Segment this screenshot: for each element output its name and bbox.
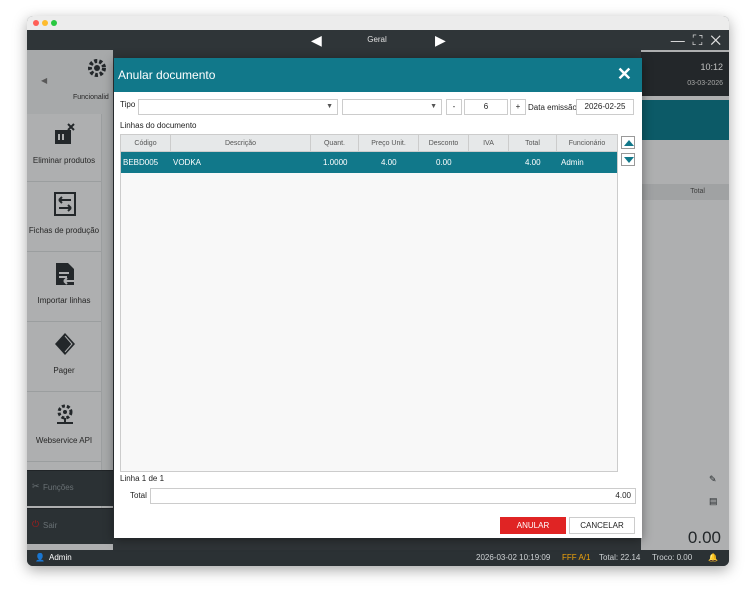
column-header-descricao[interactable]: Descrição [171, 135, 311, 152]
decrement-button[interactable]: - [446, 99, 462, 115]
chevron-down-icon: ▼ [430, 103, 437, 110]
app-topbar: ◀ Geral ▶ — ⛶ ✕ [27, 30, 729, 50]
cell-quant: 1.0000 [323, 158, 348, 167]
dialog-header: Anular documento ✕ [114, 58, 642, 92]
document-lines-table: Código Descrição Quant. Preço Unit. Desc… [120, 134, 618, 472]
status-change: Troco: 0.00 [652, 553, 693, 562]
serie-select[interactable]: ▼ [342, 99, 442, 115]
page-title: Geral [367, 35, 387, 44]
column-header-codigo[interactable]: Código [121, 135, 171, 152]
status-datetime: 2026-03-02 10:19:09 [476, 553, 551, 562]
column-header-desconto[interactable]: Desconto [419, 135, 469, 152]
total-label: Total [130, 491, 147, 500]
zoom-window-dot[interactable] [51, 20, 57, 26]
cell-preco: 4.00 [381, 158, 397, 167]
dialog-title: Anular documento [118, 68, 216, 82]
cell-funcionario: Admin [561, 158, 584, 167]
total-value: 4.00 [150, 488, 636, 504]
tipo-select[interactable]: ▼ [138, 99, 338, 115]
column-header-quant[interactable]: Quant. [311, 135, 359, 152]
mac-titlebar [27, 16, 729, 30]
arrow-up-icon [624, 140, 634, 146]
document-number-input[interactable]: 6 [464, 99, 508, 115]
cell-total: 4.00 [525, 158, 541, 167]
chevron-down-icon: ▼ [326, 103, 333, 110]
cell-codigo: BEBD005 [123, 158, 159, 167]
increment-button[interactable]: + [510, 99, 526, 115]
cell-descricao: VODKA [173, 158, 202, 167]
bell-icon[interactable]: 🔔 [708, 550, 718, 566]
date-label: Data emissão [528, 103, 577, 112]
table-header: Código Descrição Quant. Preço Unit. Desc… [121, 135, 617, 152]
column-header-iva[interactable]: IVA [469, 135, 509, 152]
next-page-icon[interactable]: ▶ [435, 30, 446, 50]
anular-button[interactable]: ANULAR [500, 517, 566, 534]
cancelar-button[interactable]: CANCELAR [569, 517, 635, 534]
previous-page-icon[interactable]: ◀ [311, 30, 322, 50]
status-user: Admin [49, 553, 72, 562]
user-icon: 👤 [35, 553, 45, 562]
status-bar: 👤 Admin 2026-03-02 10:19:09 FFF A/1 Tota… [27, 550, 729, 566]
line-count: Linha 1 de 1 [120, 474, 165, 483]
status-document: FFF A/1 [562, 553, 591, 562]
void-document-dialog: Anular documento ✕ Tipo ▼ ▼ - 6 + Data e… [114, 58, 642, 538]
column-header-funcionario[interactable]: Funcionário [557, 135, 617, 152]
scroll-down-button[interactable] [621, 153, 635, 166]
table-row[interactable]: BEBD005 VODKA 1.0000 4.00 0.00 4.00 Admi… [121, 152, 617, 173]
column-header-total[interactable]: Total [509, 135, 557, 152]
window-controls[interactable]: — ⛶ ✕ [671, 30, 723, 50]
column-header-preco-unit[interactable]: Preço Unit. [359, 135, 419, 152]
arrow-down-icon [624, 157, 634, 163]
cell-desconto: 0.00 [436, 158, 452, 167]
close-window-dot[interactable] [33, 20, 39, 26]
minimize-window-dot[interactable] [42, 20, 48, 26]
status-total: Total: 22.14 [599, 553, 641, 562]
date-input[interactable]: 2026-02-25 [576, 99, 634, 115]
scroll-up-button[interactable] [621, 136, 635, 149]
lines-label: Linhas do documento [120, 121, 197, 130]
close-icon[interactable]: ✕ [617, 64, 632, 84]
tipo-label: Tipo [120, 100, 136, 109]
